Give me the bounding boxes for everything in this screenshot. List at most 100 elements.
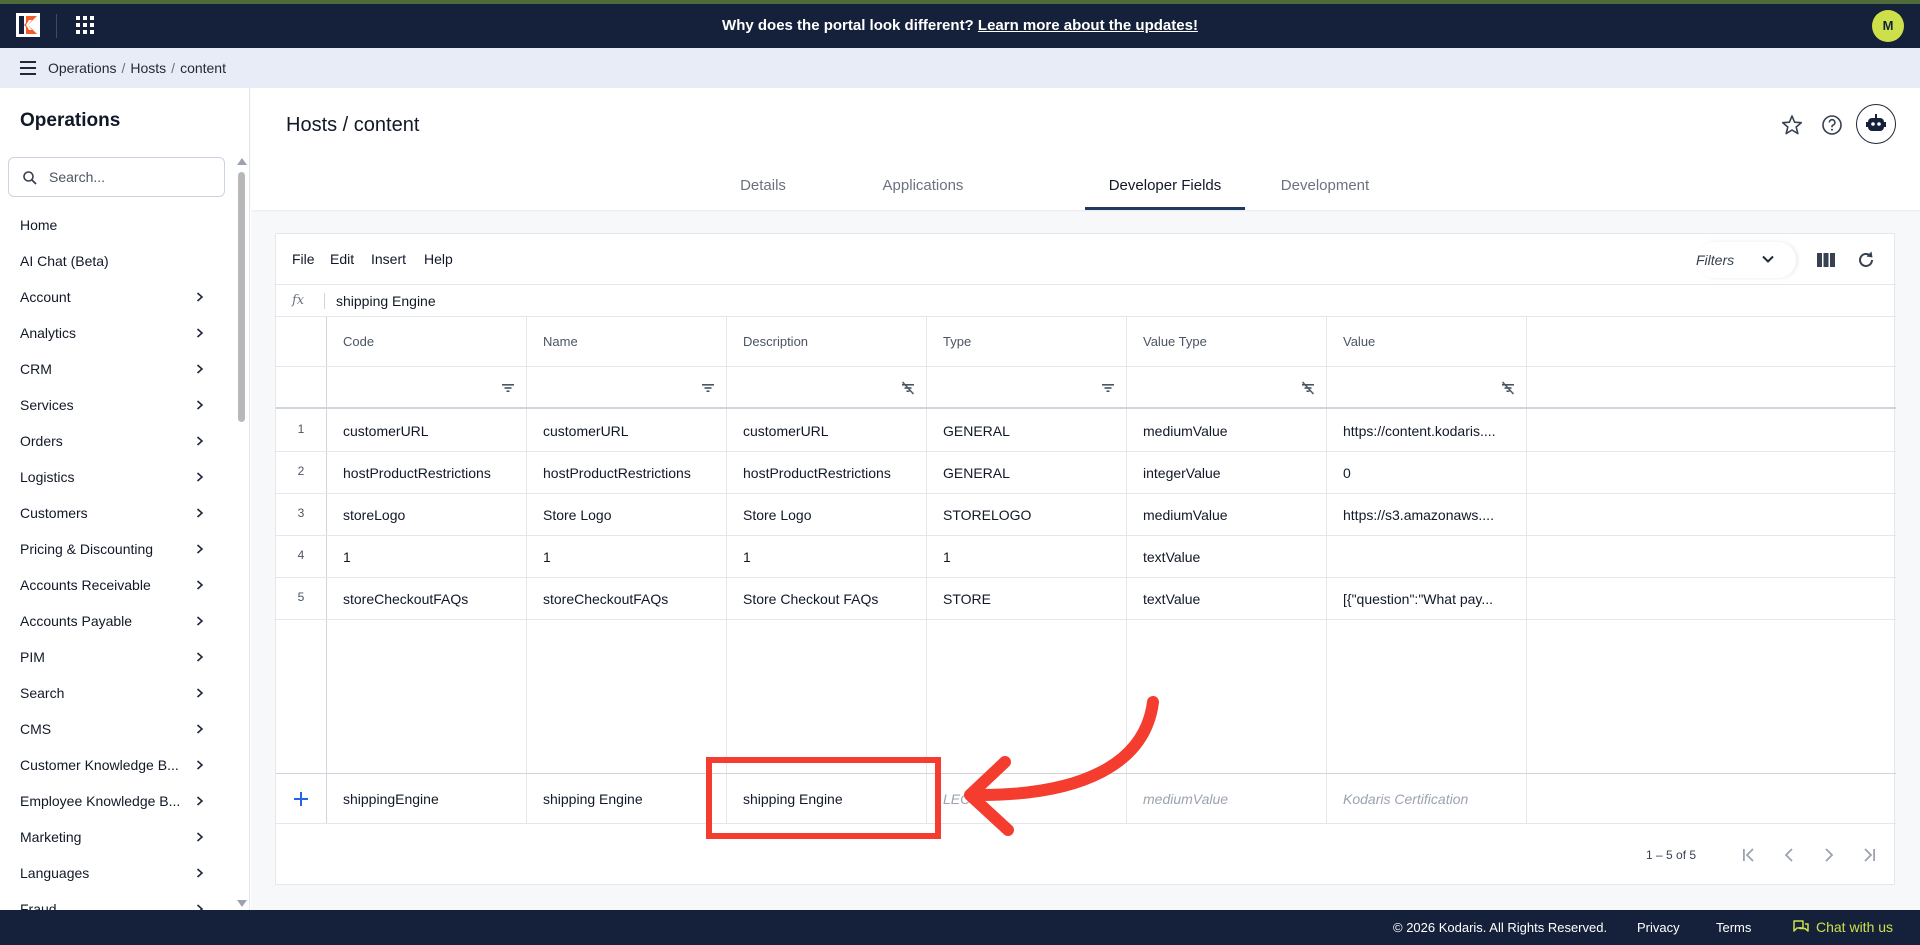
sidebar-item-logistics[interactable]: Logistics [0, 459, 228, 495]
sidebar-item-cms[interactable]: CMS [0, 711, 228, 747]
sidebar-item-customers[interactable]: Customers [0, 495, 228, 531]
formula-input[interactable]: shipping Engine [336, 285, 436, 317]
sidebar-item-marketing[interactable]: Marketing [0, 819, 228, 855]
cell-description[interactable]: Store Checkout FAQs [743, 578, 915, 620]
filters-dropdown[interactable]: Filters [1696, 242, 1796, 278]
table-row[interactable]: 5 storeCheckoutFAQs storeCheckoutFAQs Store… [276, 578, 1896, 620]
cell-value[interactable]: [{"question":"What pay... [1343, 578, 1515, 620]
first-page-icon[interactable] [1740, 846, 1758, 864]
sidebar-item-pricing-discounting[interactable]: Pricing & Discounting [0, 531, 228, 567]
footer-privacy-link[interactable]: Privacy [1637, 910, 1680, 945]
next-page-icon[interactable] [1820, 846, 1838, 864]
apps-grid-icon[interactable] [76, 16, 94, 34]
cell-name[interactable]: hostProductRestrictions [543, 452, 715, 494]
sidebar-item-accounts-receivable[interactable]: Accounts Receivable [0, 567, 228, 603]
cell-name[interactable]: Store Logo [543, 494, 715, 536]
sidebar-item-account[interactable]: Account [0, 279, 228, 315]
filter-off-icon[interactable] [1301, 381, 1315, 395]
table-row[interactable]: 3 storeLogo Store Logo Store Logo STORELOGO m… [276, 494, 1896, 536]
previous-page-icon[interactable] [1780, 846, 1798, 864]
filter-icon[interactable] [501, 381, 515, 395]
sidebar-item-employee-knowledge-b[interactable]: Employee Knowledge B... [0, 783, 228, 819]
new-row-value-input[interactable]: Kodaris Certification [1343, 774, 1468, 824]
last-page-icon[interactable] [1860, 846, 1878, 864]
tab-developer-fields[interactable]: Developer Fields [1085, 168, 1245, 210]
sidebar-scrollbar[interactable] [238, 172, 245, 422]
sidebar-item-pim[interactable]: PIM [0, 639, 228, 675]
filter-icon[interactable] [701, 381, 715, 395]
cell-name[interactable]: customerURL [543, 410, 715, 452]
breadcrumb-item-operations[interactable]: Operations [48, 60, 116, 76]
sidebar-item-crm[interactable]: CRM [0, 351, 228, 387]
cell-value-type[interactable]: textValue [1143, 578, 1315, 620]
sidebar-item-home[interactable]: Home [0, 207, 228, 243]
cell-type[interactable]: 1 [943, 536, 1115, 578]
chat-with-us-button[interactable]: Chat with us [1816, 910, 1893, 945]
user-avatar[interactable]: M [1872, 10, 1904, 42]
sidebar-item-languages[interactable]: Languages [0, 855, 228, 891]
table-row[interactable]: 2 hostProductRestrictions hostProductRestr… [276, 452, 1896, 494]
table-row[interactable]: 1 customerURL customerURL customerURL GENERA… [276, 410, 1896, 452]
cell-name[interactable]: 1 [543, 536, 715, 578]
filter-off-icon[interactable] [1501, 381, 1515, 395]
column-header-value[interactable]: Value [1343, 317, 1375, 367]
ai-assistant-button[interactable] [1856, 104, 1896, 144]
sidebar-item-customer-knowledge-b[interactable]: Customer Knowledge B... [0, 747, 228, 783]
banner-link[interactable]: Learn more about the updates! [978, 17, 1198, 34]
sidebar-item-accounts-payable[interactable]: Accounts Payable [0, 603, 228, 639]
menu-file[interactable]: File [292, 234, 315, 285]
cell-value[interactable]: https://content.kodaris.... [1343, 410, 1515, 452]
cell-value[interactable]: https://s3.amazonaws.... [1343, 494, 1515, 536]
scroll-down-arrow-icon[interactable] [237, 900, 247, 907]
cell-code[interactable]: customerURL [343, 410, 515, 452]
filter-icon[interactable] [1101, 381, 1115, 395]
menu-insert[interactable]: Insert [371, 234, 406, 285]
star-icon[interactable] [1781, 114, 1803, 136]
menu-help[interactable]: Help [424, 234, 453, 285]
scroll-up-arrow-icon[interactable] [237, 158, 247, 165]
cell-value-type[interactable]: textValue [1143, 536, 1315, 578]
new-row-name-input[interactable]: shipping Engine [543, 774, 643, 824]
menu-edit[interactable]: Edit [330, 234, 354, 285]
hamburger-menu-icon[interactable] [20, 61, 36, 75]
cell-description[interactable]: customerURL [743, 410, 915, 452]
breadcrumb-item-hosts[interactable]: Hosts [130, 60, 166, 76]
new-row-code-input[interactable]: shippingEngine [343, 774, 439, 824]
column-header-type[interactable]: Type [943, 317, 971, 367]
cell-value[interactable]: 0 [1343, 452, 1515, 494]
cell-type[interactable]: STORELOGO [943, 494, 1115, 536]
cell-type[interactable]: GENERAL [943, 452, 1115, 494]
kodaris-logo-icon[interactable] [16, 13, 40, 37]
filter-off-icon[interactable] [901, 381, 915, 395]
sidebar-item-search[interactable]: Search [0, 675, 228, 711]
sidebar-item-services[interactable]: Services [0, 387, 228, 423]
sidebar-item-analytics[interactable]: Analytics [0, 315, 228, 351]
tab-details[interactable]: Details [683, 168, 843, 210]
footer-terms-link[interactable]: Terms [1716, 910, 1751, 945]
sidebar-item-ai-chat-beta[interactable]: AI Chat (Beta) [0, 243, 228, 279]
tab-development[interactable]: Development [1245, 168, 1405, 210]
cell-type[interactable]: STORE [943, 578, 1115, 620]
add-row-plus-icon[interactable] [292, 790, 310, 808]
cell-value-type[interactable]: mediumValue [1143, 410, 1315, 452]
cell-value-type[interactable]: integerValue [1143, 452, 1315, 494]
cell-code[interactable]: hostProductRestrictions [343, 452, 515, 494]
cell-code[interactable]: storeCheckoutFAQs [343, 578, 515, 620]
column-header-name[interactable]: Name [543, 317, 578, 367]
cell-code[interactable]: 1 [343, 536, 515, 578]
sidebar-item-orders[interactable]: Orders [0, 423, 228, 459]
cell-code[interactable]: storeLogo [343, 494, 515, 536]
cell-description[interactable]: Store Logo [743, 494, 915, 536]
cell-name[interactable]: storeCheckoutFAQs [543, 578, 715, 620]
column-header-description[interactable]: Description [743, 317, 808, 367]
cell-description[interactable]: 1 [743, 536, 915, 578]
sidebar-item-fraud[interactable]: Fraud [0, 891, 228, 910]
sidebar-search-input[interactable]: Search... [8, 157, 225, 197]
cell-description[interactable]: hostProductRestrictions [743, 452, 915, 494]
column-header-value-type[interactable]: Value Type [1143, 317, 1207, 367]
column-header-code[interactable]: Code [343, 317, 374, 367]
cell-value-type[interactable]: mediumValue [1143, 494, 1315, 536]
cell-type[interactable]: GENERAL [943, 410, 1115, 452]
tab-applications[interactable]: Applications [843, 168, 1003, 210]
table-row[interactable]: 4 1 1 1 1 textValue [276, 536, 1896, 578]
